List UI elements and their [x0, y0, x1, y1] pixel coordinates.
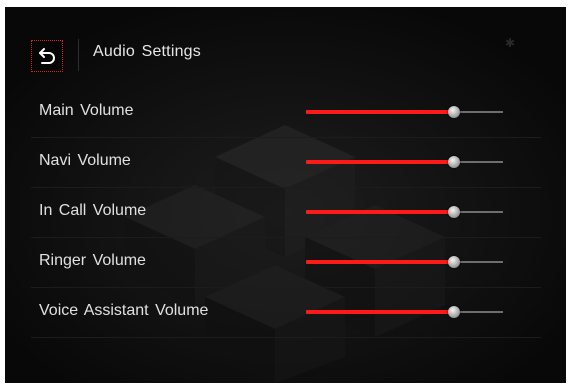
header-bar: Audio Settings: [5, 31, 566, 77]
volume-row-ringer: Ringer Volume: [31, 237, 541, 288]
volume-label: Main Volume: [39, 102, 134, 119]
volume-row-in-call: In Call Volume: [31, 187, 541, 238]
header-divider: [78, 39, 79, 71]
volume-slider[interactable]: [306, 153, 503, 171]
slider-thumb[interactable]: [447, 256, 460, 268]
slider-thumb[interactable]: [447, 206, 460, 218]
volume-row-main: Main Volume: [31, 87, 541, 138]
volume-slider[interactable]: [306, 303, 503, 321]
page-title: Audio Settings: [93, 43, 201, 60]
slider-fill: [306, 110, 454, 114]
volume-label: Ringer Volume: [39, 252, 146, 269]
volume-label: In Call Volume: [39, 202, 147, 219]
slider-thumb[interactable]: [447, 306, 460, 318]
slider-fill: [306, 210, 454, 214]
slider-fill: [306, 160, 454, 164]
volume-row-navi: Navi Volume: [31, 137, 541, 188]
volume-label: Navi Volume: [39, 152, 131, 169]
slider-thumb[interactable]: [447, 156, 460, 168]
volume-slider[interactable]: [306, 253, 503, 271]
sparkle-icon: ✱: [505, 36, 516, 50]
volume-slider[interactable]: [306, 103, 503, 121]
slider-thumb[interactable]: [447, 106, 460, 118]
slider-fill: [306, 310, 454, 314]
volume-label: Voice Assistant Volume: [39, 302, 209, 319]
back-button[interactable]: [31, 40, 63, 72]
back-arrow-icon: [39, 48, 55, 64]
slider-fill: [306, 260, 454, 264]
audio-settings-screen: Audio Settings ✱ Main Volume Navi Volume…: [5, 7, 566, 383]
volume-slider[interactable]: [306, 203, 503, 221]
volume-row-voice-assistant: Voice Assistant Volume: [31, 287, 541, 338]
